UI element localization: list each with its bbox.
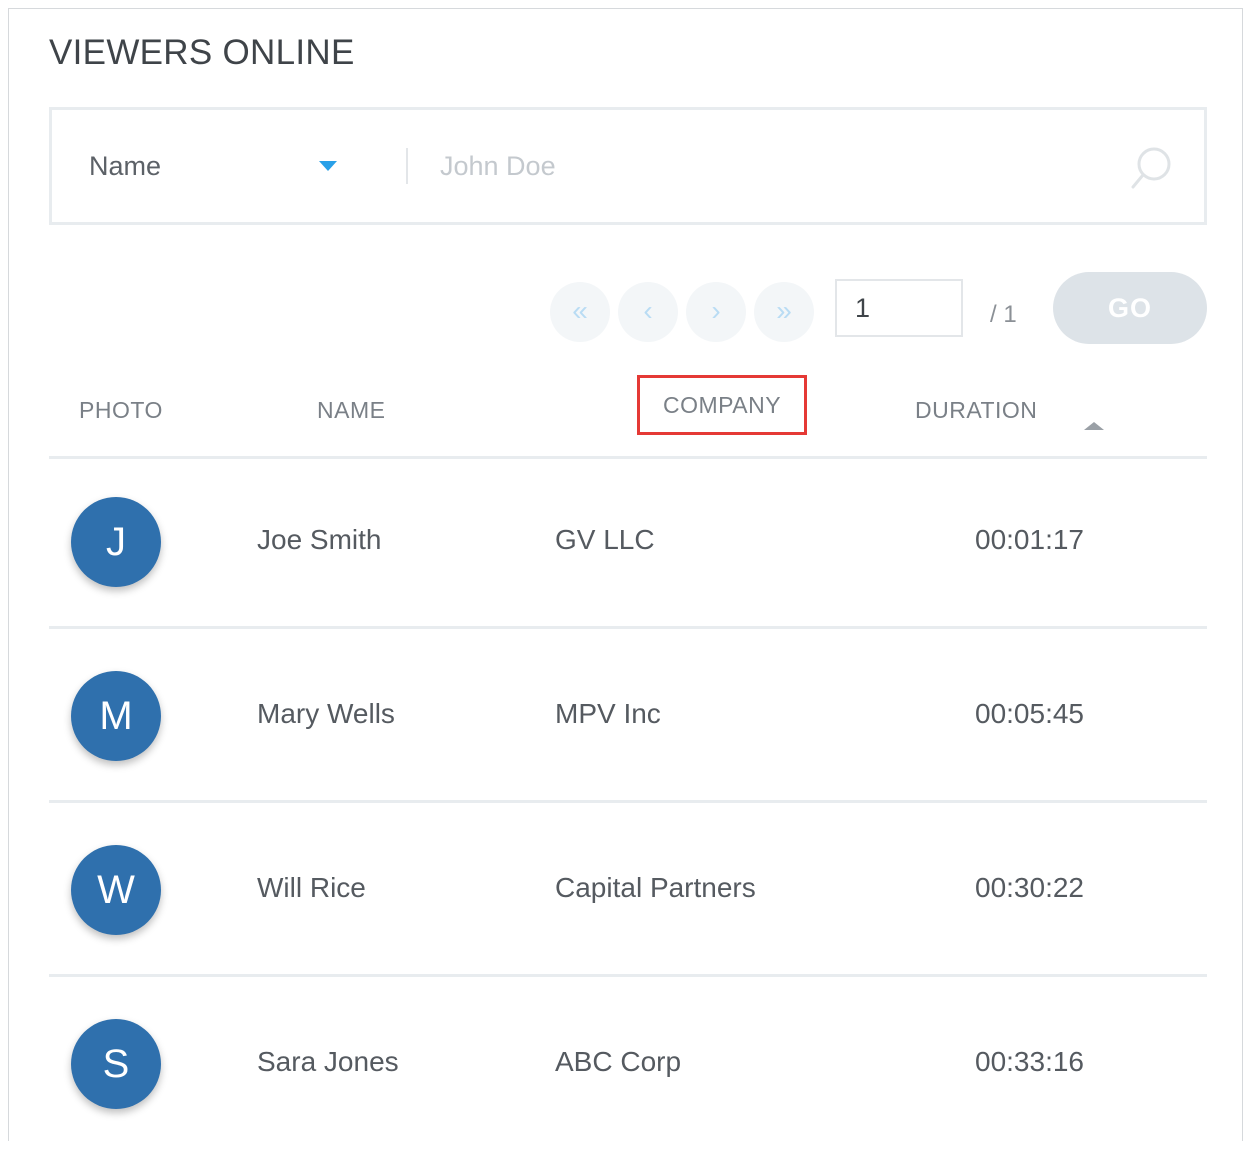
column-header-company[interactable]: COMPANY (637, 375, 807, 435)
viewers-online-panel: VIEWERS ONLINE Name « ‹ › » / 1 GO PHOTO… (8, 8, 1243, 1141)
first-page-button[interactable]: « (550, 282, 610, 342)
viewer-name: Mary Wells (257, 698, 395, 729)
sort-ascending-icon[interactable] (1084, 422, 1104, 430)
viewer-company: GV LLC (555, 524, 655, 555)
caret-down-icon (319, 161, 337, 171)
search-bar: Name (49, 107, 1207, 225)
viewer-name: Sara Jones (257, 1046, 399, 1077)
table-row[interactable]: M Mary Wells MPV Inc 00:05:45 (49, 629, 1207, 803)
viewer-name: Joe Smith (257, 524, 382, 555)
table-row[interactable]: W Will Rice Capital Partners 00:30:22 (49, 803, 1207, 977)
search-icon[interactable] (1128, 144, 1176, 192)
search-input[interactable] (440, 140, 1100, 192)
viewer-duration: 00:33:16 (975, 1046, 1084, 1077)
avatar: S (71, 1019, 161, 1109)
avatar: M (71, 671, 161, 761)
avatar: J (71, 497, 161, 587)
table-row[interactable]: J Joe Smith GV LLC 00:01:17 (49, 455, 1207, 629)
page-total: / 1 (990, 301, 1017, 328)
viewer-company: Capital Partners (555, 872, 756, 903)
avatar: W (71, 845, 161, 935)
viewer-company: MPV Inc (555, 698, 661, 729)
page-number-input[interactable] (835, 279, 963, 337)
column-header-duration[interactable]: DURATION (915, 397, 1037, 424)
column-header-name[interactable]: NAME (317, 397, 385, 424)
search-field-dropdown[interactable]: Name (89, 110, 349, 222)
table-header: PHOTO NAME COMPANY DURATION (49, 375, 1207, 459)
divider (406, 148, 408, 184)
page-title: VIEWERS ONLINE (49, 33, 355, 72)
table-row[interactable]: S Sara Jones ABC Corp 00:33:16 (49, 977, 1207, 1151)
column-header-photo: PHOTO (79, 397, 163, 423)
viewer-duration: 00:30:22 (975, 872, 1084, 903)
next-page-button[interactable]: › (686, 282, 746, 342)
viewer-duration: 00:01:17 (975, 524, 1084, 555)
viewer-duration: 00:05:45 (975, 698, 1084, 729)
prev-page-button[interactable]: ‹ (618, 282, 678, 342)
go-button[interactable]: GO (1053, 272, 1207, 344)
last-page-button[interactable]: » (754, 282, 814, 342)
search-field-label: Name (89, 151, 162, 181)
viewer-company: ABC Corp (555, 1046, 682, 1077)
pagination: « ‹ › » / 1 GO (550, 272, 1210, 347)
viewer-name: Will Rice (257, 872, 366, 903)
